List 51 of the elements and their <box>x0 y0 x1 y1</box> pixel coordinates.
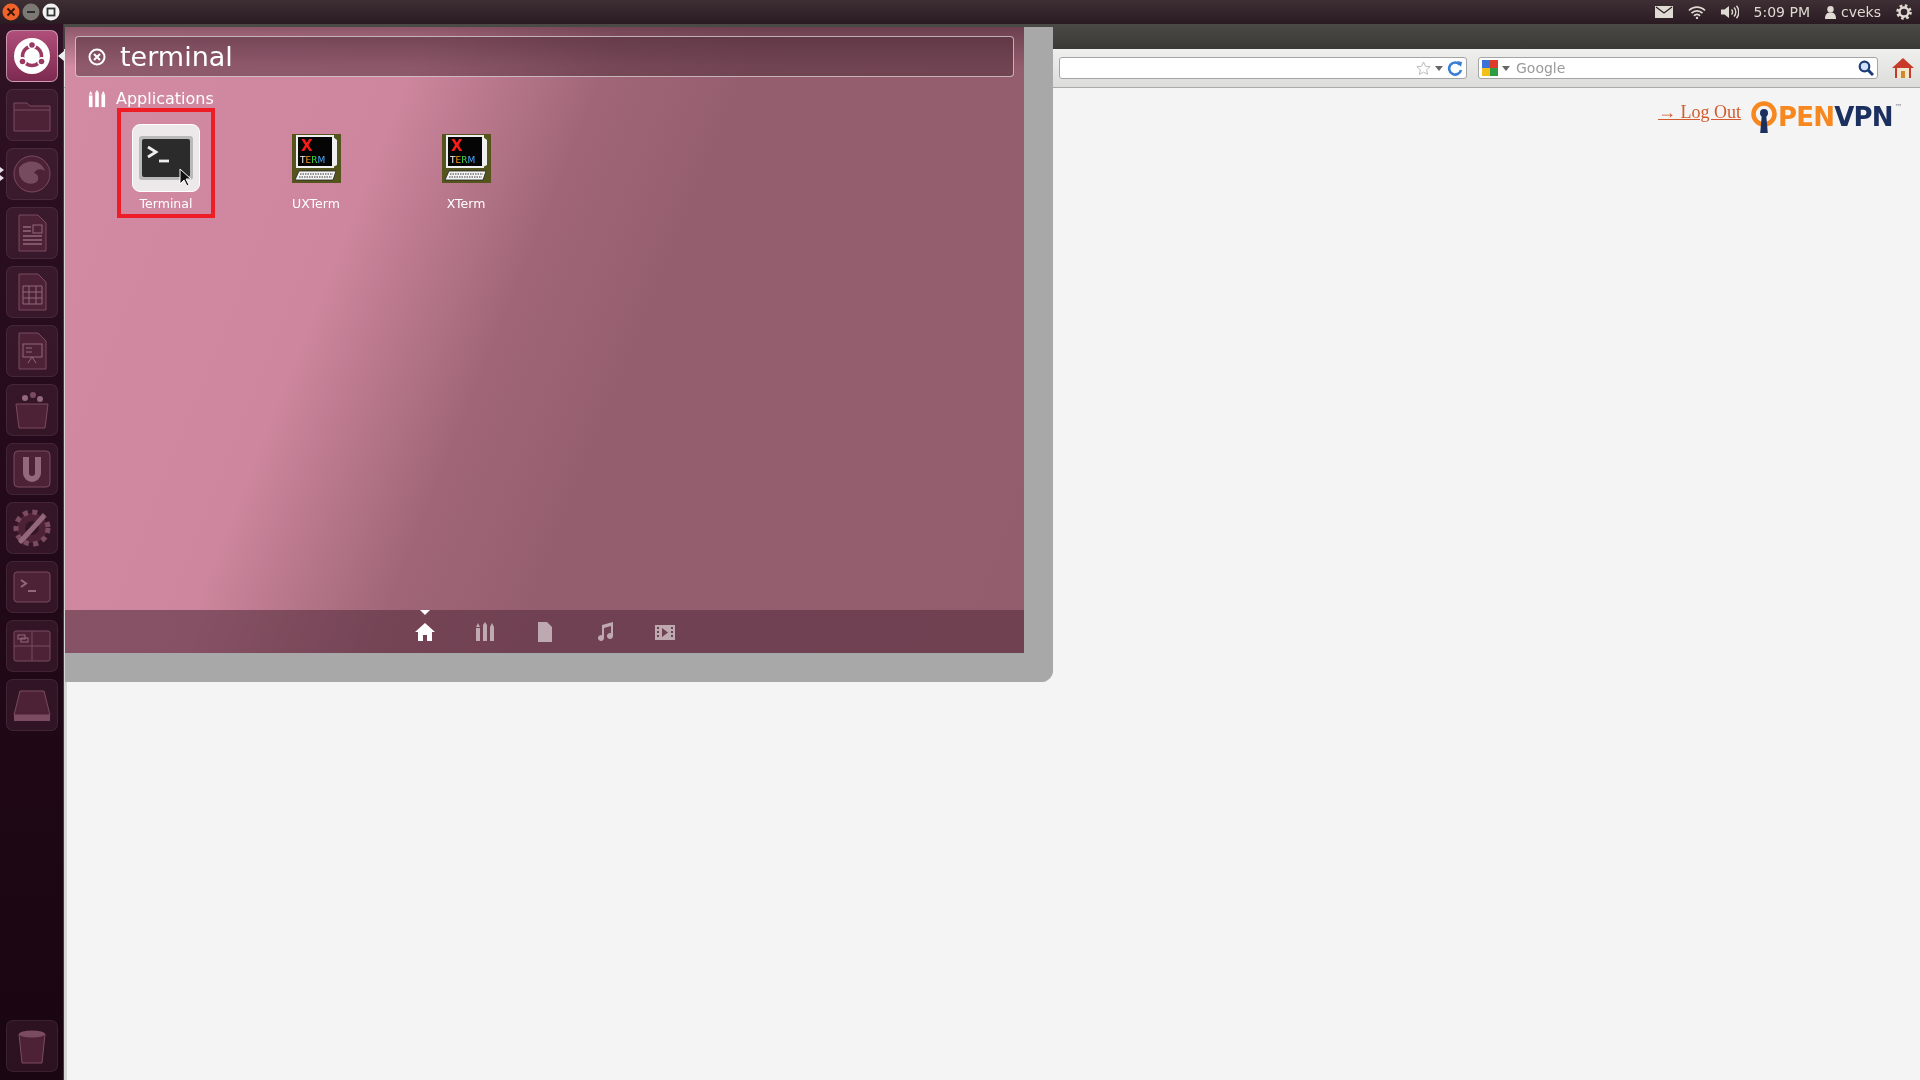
maximize-button[interactable] <box>42 3 60 21</box>
color-squares-icon[interactable] <box>1482 60 1498 76</box>
speaker-icon <box>1720 5 1739 19</box>
launcher-item[interactable] <box>5 30 58 82</box>
user-menu[interactable]: cveks <box>1825 4 1881 20</box>
wifi-button[interactable] <box>1687 5 1706 19</box>
category-heading: Applications <box>116 89 214 108</box>
cursor-icon <box>179 168 191 187</box>
person-icon <box>1825 5 1836 19</box>
session-button[interactable] <box>1896 4 1912 20</box>
caret-icon[interactable] <box>1502 65 1510 71</box>
search-field[interactable]: Google <box>1478 57 1878 79</box>
maximize-icon <box>42 3 60 21</box>
mail-button[interactable] <box>1654 6 1673 18</box>
logo-wordmark: PENVPN™ <box>1778 104 1902 130</box>
minimize-icon <box>22 3 40 21</box>
wifi-icon <box>1687 5 1706 19</box>
trash-button[interactable] <box>5 1020 58 1072</box>
minimize-button[interactable] <box>22 3 40 21</box>
gear-icon <box>1896 4 1912 20</box>
logo-icon <box>11 449 52 489</box>
keyhole-icon <box>1751 101 1778 133</box>
active-marker-icon <box>419 610 430 615</box>
reload-icon[interactable] <box>1447 60 1463 76</box>
close-button[interactable] <box>2 3 20 21</box>
home-button[interactable] <box>1892 57 1914 79</box>
globe-icon <box>11 154 52 194</box>
search-icon[interactable] <box>1858 60 1874 76</box>
volume-button[interactable] <box>1720 5 1739 19</box>
gear-wrench-icon <box>11 508 52 548</box>
envelope-icon <box>1654 6 1673 18</box>
house-icon <box>1892 57 1914 79</box>
monitor-icon: X TERM <box>291 133 341 183</box>
clear-icon[interactable] <box>88 47 106 66</box>
star-icon[interactable] <box>1416 60 1431 76</box>
app-result[interactable]: X TERM XTerm <box>417 108 515 218</box>
clock[interactable]: 5:09 PM <box>1753 4 1810 20</box>
search-input[interactable]: terminal <box>120 41 1001 72</box>
close-icon <box>2 3 20 21</box>
logo-icon <box>11 36 52 76</box>
applications-icon <box>474 621 495 642</box>
search-input[interactable]: Google <box>1514 60 1854 76</box>
terminal-icon <box>138 135 194 181</box>
home-icon <box>414 621 435 642</box>
caret-icon[interactable] <box>1435 65 1443 71</box>
url-field[interactable] <box>1059 57 1467 79</box>
logout-link[interactable]: → Log Out <box>1658 101 1742 123</box>
app-result[interactable]: X TERM UXTerm <box>267 108 365 218</box>
monitor-icon: X TERM <box>441 133 491 183</box>
applications-icon <box>88 89 106 108</box>
search-field[interactable]: terminal <box>75 36 1014 77</box>
